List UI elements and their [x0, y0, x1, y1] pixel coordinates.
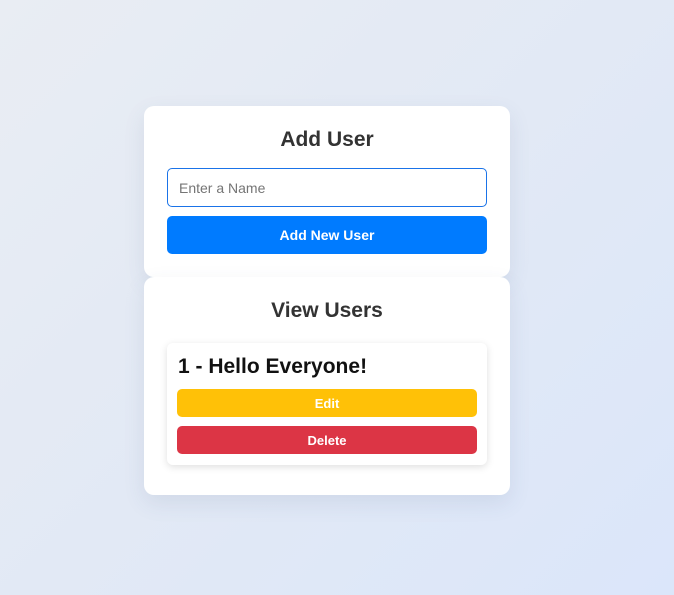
add-user-title: Add User	[280, 128, 374, 151]
view-users-title: View Users	[271, 299, 383, 322]
user-name-label: 1 - Hello Everyone!	[178, 355, 368, 378]
list-item: 1 - Hello Everyone! Edit Delete	[167, 343, 487, 465]
add-user-card: Add User Add New User	[144, 106, 510, 277]
view-users-card: View Users 1 - Hello Everyone! Edit Dele…	[144, 277, 510, 495]
delete-button[interactable]: Delete	[177, 426, 477, 454]
edit-button[interactable]: Edit	[177, 389, 477, 417]
name-input[interactable]	[167, 168, 487, 207]
add-new-user-button[interactable]: Add New User	[167, 216, 487, 254]
